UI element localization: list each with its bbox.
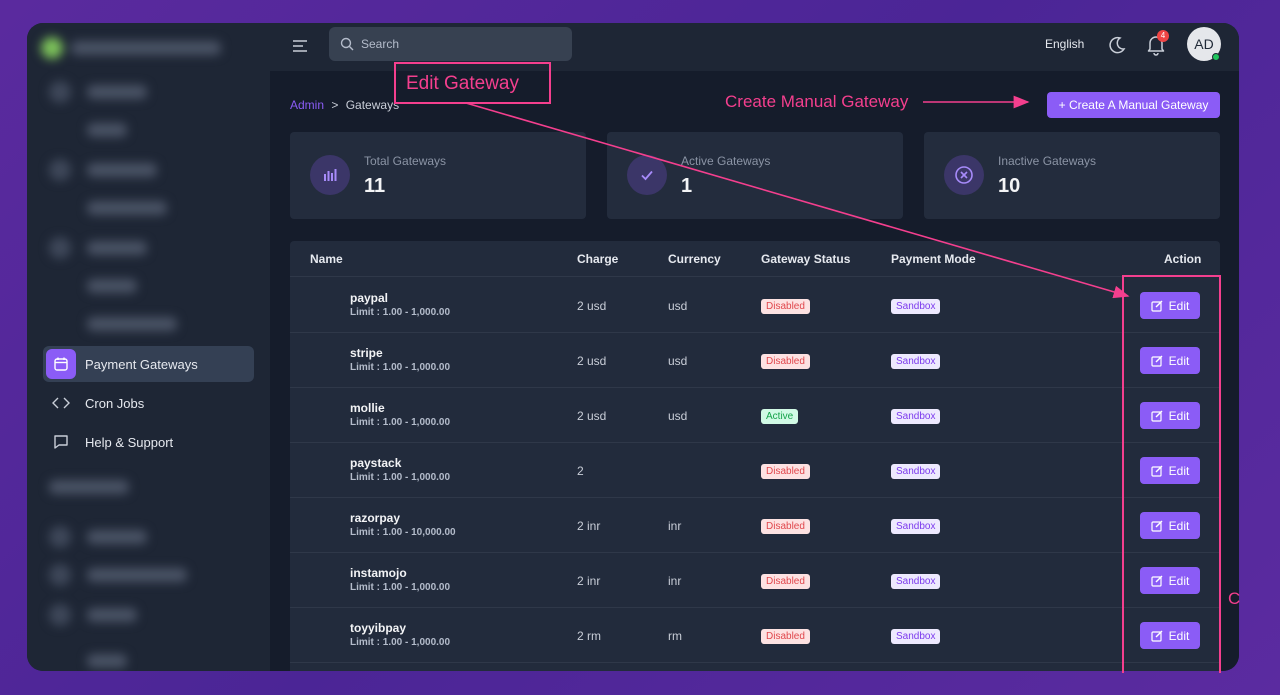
edit-gateway-annotation-text: Edit Gateway: [406, 73, 519, 94]
annotation-arrows: [465, 95, 1130, 299]
create-gateway-annotation-text: Create Manual Gateway: [725, 92, 909, 111]
edge-annotation-letter: C: [1228, 589, 1241, 608]
action-column-annotation-box: [1122, 275, 1221, 673]
arrow-to-edit-button: [465, 102, 1130, 299]
